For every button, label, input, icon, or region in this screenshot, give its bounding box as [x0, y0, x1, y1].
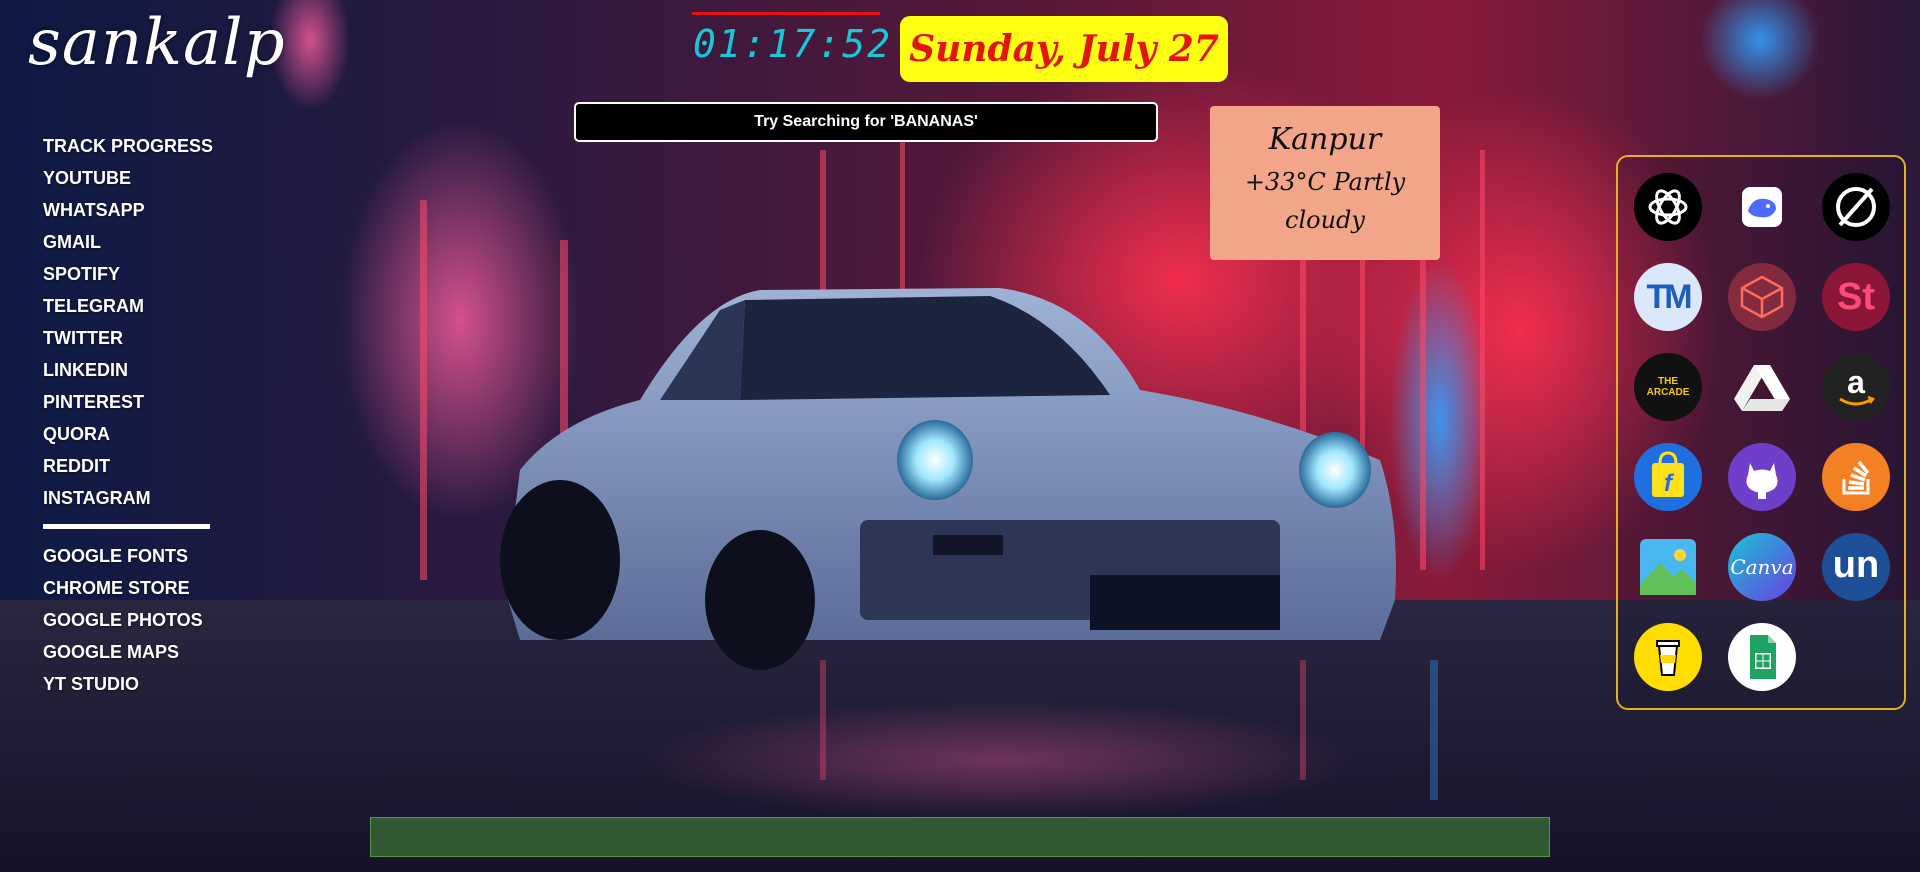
deepseek-whale-icon	[1742, 187, 1782, 227]
nav-link-telegram[interactable]: TELEGRAM	[43, 290, 213, 322]
bottom-panel	[370, 817, 1550, 857]
nav-divider	[43, 524, 210, 529]
tm-logo-icon: TM	[1646, 277, 1692, 316]
date-text: Sunday, July 27	[909, 28, 1219, 70]
studocu-shortcut[interactable]: St	[1822, 263, 1890, 331]
sidebar-social-links: TRACK PROGRESS YOUTUBE WHATSAPP GMAIL SPOTIF…	[43, 130, 213, 514]
nav-link-twitter[interactable]: TWITTER	[43, 322, 213, 354]
arcade-shortcut[interactable]: THE ARCADE	[1634, 353, 1702, 421]
nav-link-google-maps[interactable]: GOOGLE MAPS	[43, 636, 203, 668]
search-input[interactable]	[574, 102, 1158, 142]
stack-overflow-icon	[1842, 460, 1870, 495]
nav-link-gmail[interactable]: GMAIL	[43, 226, 213, 258]
arcade-badge-icon: THE ARCADE	[1646, 376, 1690, 398]
nav-link-reddit[interactable]: REDDIT	[43, 450, 213, 482]
sidebar-tool-links: GOOGLE FONTS CHROME STORE GOOGLE PHOTOS GOO…	[43, 540, 203, 700]
gallery-shortcut[interactable]	[1634, 533, 1702, 601]
nav-link-pinterest[interactable]: PINTEREST	[43, 386, 213, 418]
nav-link-track-progress[interactable]: TRACK PROGRESS	[43, 130, 213, 162]
unstop-icon: un	[1832, 543, 1880, 586]
flipkart-bag-icon: f	[1652, 451, 1684, 497]
date-badge: Sunday, July 27	[900, 16, 1228, 82]
site-logo[interactable]: sankalp	[28, 6, 286, 80]
nav-link-spotify[interactable]: SPOTIFY	[43, 258, 213, 290]
flipkart-shortcut[interactable]: f	[1634, 443, 1702, 511]
canva-shortcut[interactable]: Canva	[1728, 533, 1796, 601]
nav-link-youtube[interactable]: YOUTUBE	[43, 162, 213, 194]
nav-link-google-photos[interactable]: GOOGLE PHOTOS	[43, 604, 203, 636]
google-sheets-shortcut[interactable]	[1728, 623, 1796, 691]
github-cat-icon	[1746, 463, 1778, 499]
seconds-progress-bar	[692, 12, 880, 15]
nav-link-chrome-store[interactable]: CHROME STORE	[43, 572, 203, 604]
canva-icon: Canva	[1730, 555, 1794, 579]
nav-link-instagram[interactable]: INSTAGRAM	[43, 482, 213, 514]
slashed-circle-icon	[1836, 187, 1876, 227]
weather-condition: +33°C Partly cloudy	[1244, 168, 1406, 234]
google-drive-shortcut[interactable]	[1728, 353, 1796, 421]
typingmaster-shortcut[interactable]: TM	[1634, 263, 1702, 331]
st-logo-icon: St	[1837, 275, 1875, 318]
perplexity-shortcut[interactable]	[1822, 173, 1890, 241]
weather-city: Kanpur	[1268, 122, 1382, 157]
nav-link-yt-studio[interactable]: YT STUDIO	[43, 668, 203, 700]
amazon-icon: a	[1839, 364, 1875, 406]
deepseek-shortcut[interactable]	[1728, 173, 1796, 241]
sheets-icon	[1750, 635, 1776, 679]
github-shortcut[interactable]	[1728, 443, 1796, 511]
nav-link-google-fonts[interactable]: GOOGLE FONTS	[43, 540, 203, 572]
app-shortcuts-panel: TM St THE ARCADE a f Canva un	[1616, 155, 1906, 710]
buy-me-a-coffee-shortcut[interactable]	[1634, 623, 1702, 691]
amazon-shortcut[interactable]: a	[1822, 353, 1890, 421]
drive-triangle-icon	[1734, 365, 1790, 411]
cube-outline-icon	[1740, 275, 1784, 319]
landscape-image-icon	[1640, 539, 1696, 595]
stack-overflow-shortcut[interactable]	[1822, 443, 1890, 511]
unstop-shortcut[interactable]: un	[1822, 533, 1890, 601]
chatgpt-shortcut[interactable]	[1634, 173, 1702, 241]
coffee-cup-icon	[1656, 640, 1680, 676]
chatgpt-icon	[1648, 189, 1688, 225]
svg-text:a: a	[1847, 364, 1865, 400]
codesandbox-shortcut[interactable]	[1728, 263, 1796, 331]
nav-link-linkedin[interactable]: LINKEDIN	[43, 354, 213, 386]
nav-link-whatsapp[interactable]: WHATSAPP	[43, 194, 213, 226]
weather-card: Kanpur +33°C Partly cloudy	[1210, 106, 1440, 260]
digital-clock: 01:17:52	[693, 22, 893, 66]
nav-link-quora[interactable]: QUORA	[43, 418, 213, 450]
